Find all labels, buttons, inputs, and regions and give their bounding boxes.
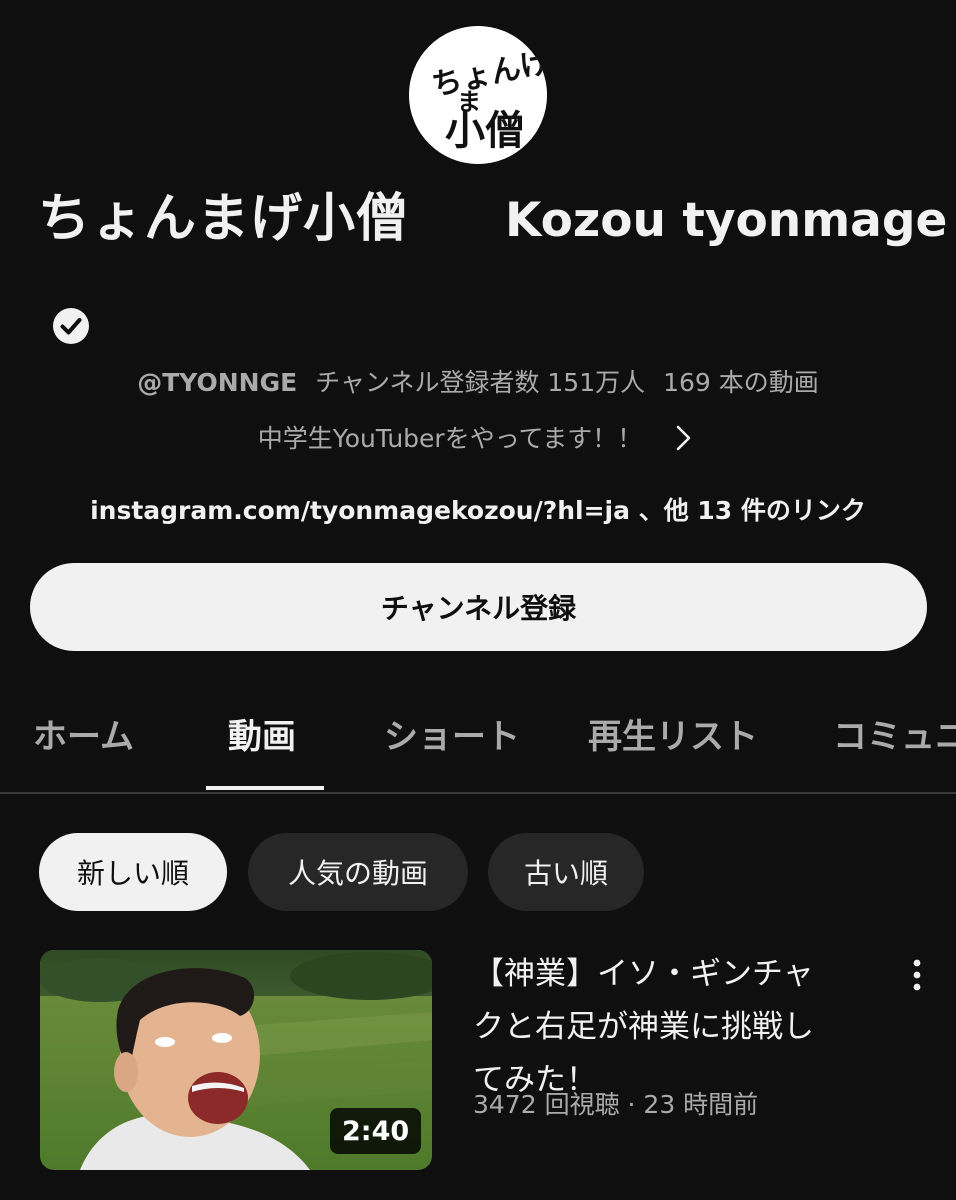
channel-name-jp: ちょんまげ小僧 xyxy=(38,189,410,249)
video-title[interactable]: 【神業】イソ・ギンチャ クと右足が神業に挑戦し てみた！ xyxy=(473,948,883,1107)
chip-oldest[interactable]: 古い順 xyxy=(488,833,644,911)
channel-name-en: Kozou tyonmage xyxy=(505,193,948,248)
channel-links[interactable]: instagram.com/tyonmagekozou/?hl=ja 、他 13… xyxy=(0,490,956,532)
tab-shorts[interactable]: ショート xyxy=(384,712,520,762)
video-title-line-1: 【神業】イソ・ギンチャ xyxy=(473,956,814,992)
more-vert-icon[interactable] xyxy=(900,955,934,995)
subscriber-count: チャンネル登録者数 151万人 xyxy=(315,368,646,397)
channel-logo: ちょんげ ま 小僧 xyxy=(409,26,547,164)
tab-home[interactable]: ホーム xyxy=(33,712,134,762)
channel-avatar[interactable]: ちょんげ ま 小僧 xyxy=(409,26,547,164)
video-meta: 3472 回視聴 · 23 時間前 xyxy=(473,1090,759,1119)
video-duration-badge: 2:40 xyxy=(330,1108,422,1154)
chevron-right-icon[interactable] xyxy=(668,423,698,453)
video-title-line-2: クと右足が神業に挑戦し xyxy=(473,1009,814,1045)
channel-tabs: ホーム 動画 ショート 再生リスト コミュニ xyxy=(0,700,956,792)
chip-popular[interactable]: 人気の動画 xyxy=(248,833,468,911)
verified-check-icon xyxy=(52,307,90,345)
channel-description[interactable]: 中学生YouTuberをやってます！！ xyxy=(0,418,956,460)
active-tab-indicator xyxy=(206,786,324,790)
tab-community[interactable]: コミュニ xyxy=(833,712,956,762)
description-text: 中学生YouTuberをやってます！！ xyxy=(257,424,643,453)
channel-meta: @TYONNGE チャンネル登録者数 151万人 169 本の動画 xyxy=(0,362,956,404)
subscribe-button[interactable]: チャンネル登録 xyxy=(30,563,927,651)
chip-newest[interactable]: 新しい順 xyxy=(39,833,227,911)
svg-text:小僧: 小僧 xyxy=(445,107,525,154)
tabs-divider xyxy=(0,792,956,794)
video-count: 169 本の動画 xyxy=(663,368,819,397)
tab-videos[interactable]: 動画 xyxy=(228,712,296,762)
channel-handle: @TYONNGE xyxy=(137,368,298,397)
tab-playlists[interactable]: 再生リスト xyxy=(588,712,758,762)
